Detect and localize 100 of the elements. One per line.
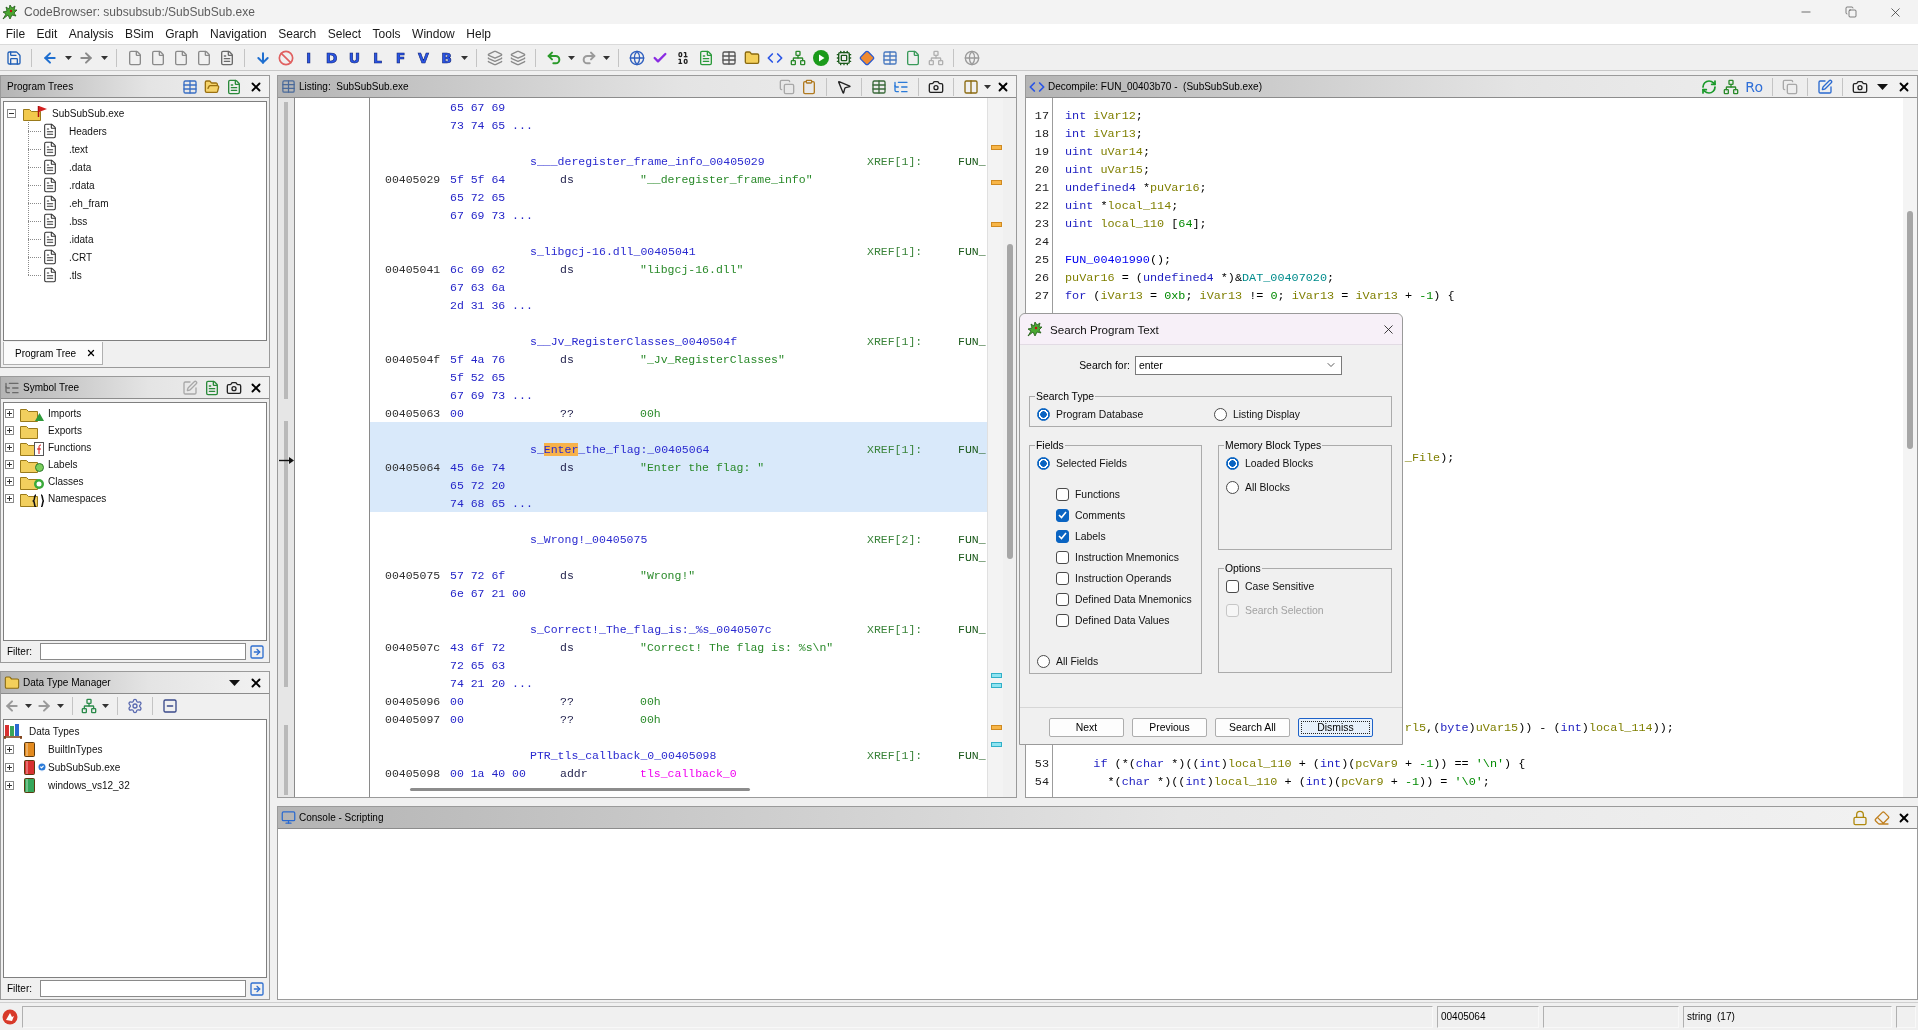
save-icon[interactable] <box>5 49 22 66</box>
tree-item[interactable]: Functions <box>48 442 92 453</box>
listing-row[interactable]: 00405075 57 72 6f ds "Wrong!" <box>370 566 987 584</box>
toolbar-button[interactable]: L <box>366 49 389 66</box>
menu-item[interactable]: Search <box>272 27 322 41</box>
caret-icon[interactable] <box>101 704 109 708</box>
listing-row[interactable]: 00405096 00 ?? 00h <box>370 692 987 710</box>
refresh-icon[interactable] <box>1701 78 1718 95</box>
tree-item[interactable]: .CRT <box>69 251 93 263</box>
caret-icon[interactable] <box>460 55 468 60</box>
tree-item[interactable]: .eh_fram <box>69 197 109 209</box>
xref-link[interactable]: FUN_ <box>958 334 986 348</box>
close-icon[interactable] <box>86 348 97 358</box>
plus-box-icon[interactable] <box>5 443 14 452</box>
radio-button[interactable] <box>1037 456 1050 470</box>
dialog-button[interactable]: Next <box>1049 718 1124 737</box>
eraser-icon[interactable] <box>1874 809 1890 826</box>
tab[interactable]: Program Tree <box>3 342 104 365</box>
listing-row[interactable]: 74 21 20 ... <box>370 674 987 692</box>
checkbox[interactable] <box>1056 508 1069 522</box>
plus-box-icon[interactable] <box>5 477 14 486</box>
minus-box-icon[interactable] <box>7 108 16 118</box>
menu-item[interactable]: Select <box>322 27 367 41</box>
menu-item[interactable]: Window <box>406 27 461 41</box>
tree-item[interactable]: Imports <box>48 408 82 419</box>
xref-link[interactable]: FUN_ <box>958 532 986 546</box>
listing-row[interactable]: 5f 52 65 <box>370 368 987 386</box>
caret-icon[interactable] <box>100 55 108 60</box>
listing-row[interactable]: s_Correct!_The_flag_is:_%s_0040507c XREF[1]: FUN_ <box>370 620 987 638</box>
caret-icon[interactable] <box>567 55 575 60</box>
hierarchy-icon[interactable] <box>789 49 806 66</box>
tree-item[interactable]: Classes <box>48 476 84 487</box>
toolbar-button[interactable]: I <box>297 49 320 66</box>
xref-link[interactable]: FUN_ <box>958 244 986 258</box>
radio-button[interactable] <box>1226 456 1239 470</box>
radio-button[interactable] <box>1037 654 1050 668</box>
tree-item[interactable]: SubSubSub.exe <box>48 761 121 773</box>
listing-row[interactable]: 74 68 65 ... <box>370 494 987 512</box>
plus-box-icon[interactable] <box>5 780 14 790</box>
plus-box-icon[interactable] <box>5 460 14 469</box>
listing-row[interactable]: 00405064 45 6e 74 ds "Enter the flag: " <box>370 458 987 476</box>
layers-icon[interactable] <box>486 49 503 66</box>
checkbox[interactable] <box>1056 550 1069 564</box>
tree-item[interactable]: Exports <box>48 425 82 436</box>
dialog-button[interactable]: Previous <box>1132 718 1207 737</box>
listing-row[interactable]: 00405097 00 ?? 00h <box>370 710 987 728</box>
listing-row[interactable]: 00405029 5f 5f 64 ds "__deregister_frame_info" <box>370 170 987 188</box>
folder-icon[interactable] <box>204 78 220 95</box>
no-entry-icon[interactable] <box>277 49 294 66</box>
camera-icon[interactable] <box>226 379 242 396</box>
xref-link[interactable]: FUN_ <box>958 550 986 564</box>
menu-item[interactable]: Tools <box>366 27 407 41</box>
tree-item[interactable]: SubSubSub.exe <box>52 107 125 119</box>
toolbar-button[interactable]: V <box>412 49 435 66</box>
plus-box-icon[interactable] <box>5 494 14 503</box>
menu-item[interactable]: Edit <box>30 27 64 41</box>
caret-icon[interactable] <box>64 55 72 60</box>
plus-box-icon[interactable] <box>5 426 14 435</box>
radio-button[interactable] <box>1037 407 1050 421</box>
page-icon[interactable] <box>149 49 166 66</box>
xref-link[interactable]: FUN_ <box>958 622 986 636</box>
document-icon[interactable] <box>226 78 242 95</box>
listing-row[interactable]: 00405098 00 1a 40 00 addr tls_callback_0 <box>370 764 987 782</box>
hierarchy-icon[interactable] <box>81 698 97 714</box>
filter-field[interactable] <box>40 643 246 660</box>
scrollbar-thumb[interactable] <box>1007 244 1013 559</box>
listing-row[interactable]: 65 72 65 <box>370 188 987 206</box>
toolbar-button[interactable]: B <box>435 49 458 66</box>
camera-icon[interactable] <box>1852 78 1868 95</box>
menu-item[interactable]: BSim <box>119 27 160 41</box>
radio-button[interactable] <box>1226 480 1239 494</box>
document-icon[interactable] <box>697 49 714 66</box>
xref-link[interactable]: FUN_ <box>958 748 986 762</box>
page-icon[interactable] <box>172 49 189 66</box>
listing-row[interactable]: 0040504f 5f 4a 76 ds "_Jv_RegisterClasses" <box>370 350 987 368</box>
search-combo-box[interactable]: enter <box>1135 355 1342 375</box>
layers-icon[interactable] <box>509 49 526 66</box>
menu-item[interactable]: Help <box>460 27 497 41</box>
scrollbar-thumb[interactable] <box>410 788 750 791</box>
globe-icon[interactable] <box>628 49 645 66</box>
edit-icon[interactable] <box>1817 78 1833 95</box>
plus-box-icon[interactable] <box>5 744 14 754</box>
plus-box-icon[interactable] <box>5 409 14 418</box>
listing-row[interactable]: 67 63 6a <box>370 278 987 296</box>
tree-item[interactable]: Headers <box>69 125 107 137</box>
arrow-box-icon[interactable] <box>249 643 265 660</box>
menu-item[interactable]: Navigation <box>204 27 273 41</box>
tree-item[interactable]: .rdata <box>69 179 95 191</box>
table-icon[interactable] <box>720 49 737 66</box>
tree-item[interactable]: .tls <box>69 269 82 281</box>
table-icon[interactable] <box>871 78 887 95</box>
checkbox[interactable] <box>1056 571 1069 585</box>
filter-field[interactable] <box>40 980 246 997</box>
listing-row[interactable]: FUN_ <box>370 548 987 566</box>
listing-row[interactable]: 00405041 6c 69 62 ds "libgcj-16.dll" <box>370 260 987 278</box>
dialog-button[interactable]: Dismiss <box>1298 718 1373 737</box>
listing-row[interactable]: 67 69 73 ... <box>370 206 987 224</box>
folder-icon[interactable] <box>743 49 760 66</box>
listing-row[interactable]: 2d 31 36 ... <box>370 296 987 314</box>
gear-icon[interactable] <box>127 698 143 714</box>
